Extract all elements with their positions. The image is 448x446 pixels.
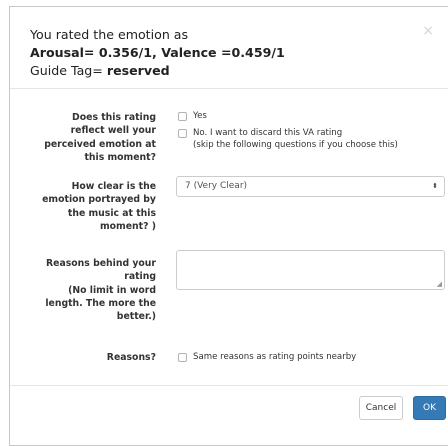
no-label-hint: (skip the following questions if you cho… bbox=[193, 140, 398, 150]
label-line: Reasons? bbox=[106, 352, 156, 363]
label-line: Reasons behind your bbox=[46, 258, 156, 269]
option-yes[interactable]: Yes bbox=[178, 110, 207, 122]
label-line: (No limit in word bbox=[68, 284, 156, 296]
label-line: How clear is the bbox=[71, 181, 156, 192]
guide-tag-label: Guide Tag= bbox=[30, 63, 107, 78]
label-line: this moment? bbox=[84, 151, 156, 163]
header-divider bbox=[10, 88, 448, 89]
clarity-selected-value: 7 (Very Clear) bbox=[185, 181, 248, 191]
label-line: Does this rating bbox=[72, 112, 156, 123]
question-clarity-label: How clear is the emotion portrayed by th… bbox=[10, 180, 156, 233]
question-reasons-same-label: Reasons? bbox=[10, 351, 156, 364]
label-line: emotion portrayed by bbox=[42, 194, 156, 206]
label-line: perceived emotion at bbox=[44, 138, 156, 150]
label-line: better.) bbox=[116, 311, 156, 323]
select-arrows-icon: ⬍ bbox=[432, 182, 438, 190]
option-no-discard[interactable]: No. I want to discard this VA rating (sk… bbox=[178, 127, 398, 151]
label-line: moment? ) bbox=[99, 220, 156, 232]
clarity-select[interactable]: 7 (Very Clear) ⬍ bbox=[176, 176, 445, 197]
question-rating-reflect-label: Does this rating reflect well your perce… bbox=[10, 111, 156, 164]
ok-button[interactable]: OK bbox=[413, 396, 446, 420]
no-label: No. I want to discard this VA rating (sk… bbox=[193, 127, 398, 151]
same-reasons-checkbox[interactable] bbox=[178, 353, 187, 362]
no-label-line: No. I want to discard this VA rating bbox=[193, 128, 343, 138]
close-icon[interactable]: × bbox=[422, 24, 434, 38]
rating-dialog: × You rated the emotion as Arousal= 0.35… bbox=[9, 6, 448, 446]
header-line-arousal-valence: Arousal= 0.356/1, Valence =0.459/1 bbox=[30, 45, 285, 60]
cancel-button[interactable]: Cancel bbox=[359, 396, 403, 420]
footer-divider bbox=[10, 385, 448, 386]
label-line: the music at this bbox=[67, 207, 156, 219]
guide-tag-value: reserved bbox=[106, 63, 170, 78]
resize-grip-icon[interactable]: ◢ bbox=[437, 281, 442, 288]
header-line-guide-tag: Guide Tag= reserved bbox=[30, 62, 285, 80]
yes-label: Yes bbox=[193, 111, 207, 121]
reasons-textarea[interactable]: ◢ bbox=[176, 250, 445, 290]
no-checkbox[interactable] bbox=[178, 129, 187, 138]
label-line: rating bbox=[124, 271, 156, 283]
yes-checkbox[interactable] bbox=[178, 112, 187, 121]
label-line: reflect well your bbox=[70, 125, 156, 137]
label-line: length. The more the bbox=[45, 297, 156, 309]
option-same-reasons[interactable]: Same reasons as rating points nearby bbox=[178, 351, 356, 363]
dialog-header: You rated the emotion as Arousal= 0.356/… bbox=[30, 26, 285, 80]
header-line-rated: You rated the emotion as bbox=[30, 27, 189, 42]
question-reasons-label: Reasons behind your rating (No limit in … bbox=[10, 257, 156, 323]
same-reasons-label: Same reasons as rating points nearby bbox=[193, 352, 357, 362]
